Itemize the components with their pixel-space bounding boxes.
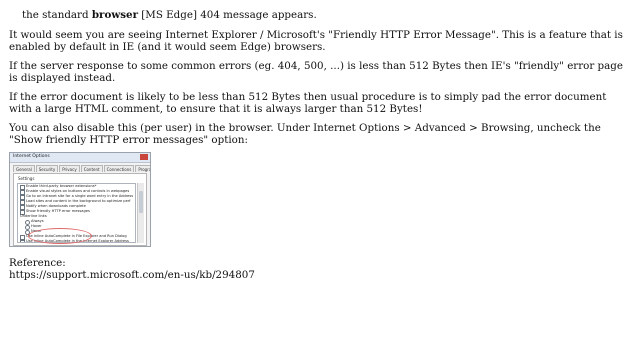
internet-options-screenshot: Internet Options General Security Privacy C… [9,152,151,247]
screenshot-scroll-thumb [139,191,143,213]
screenshot-advanced-panel: Settings Enable third-party browser exte… [13,173,147,246]
screenshot-tab: Programs [135,165,150,172]
screenshot-settings-label: Settings [18,176,35,181]
paragraph-intro: the standard browser [MS Edge] 404 messa… [22,9,640,21]
screenshot-tab: Privacy [59,165,80,172]
reference-label: Reference: [9,257,66,269]
intro-bold-browser: browser [91,9,138,21]
screenshot-tab: Content [80,165,103,172]
intro-text-start: the standard [22,9,92,21]
screenshot-titlebar: Internet Options [10,153,150,163]
paragraph-padding: If the error document is likely to be le… [9,91,607,115]
screenshot-tab: Security [35,165,59,172]
highlight-ellipse [28,228,92,244]
paragraph-friendly-errors: It would seem you are seeing Internet Ex… [9,29,623,53]
screenshot-tab: Connections [103,165,135,172]
screenshot-tabs: General Security Privacy Content Connections… [13,165,150,172]
paragraph-512-bytes: If the server response to some common er… [9,60,623,84]
close-icon [140,154,148,160]
reference-link[interactable]: https://support.microsoft.com/en-us/kb/2… [9,269,631,281]
intro-text-end: [MS Edge] 404 message appears. [138,9,317,21]
screenshot-scrollbar [137,183,144,243]
screenshot-tab: General [13,165,35,172]
checkbox-icon [20,240,25,242]
screenshot-window-title: Internet Options [13,154,50,159]
document: the standard browser [MS Edge] 404 messa… [0,0,640,360]
paragraph-disable-option: You can also disable this (per user) in … [9,122,601,146]
